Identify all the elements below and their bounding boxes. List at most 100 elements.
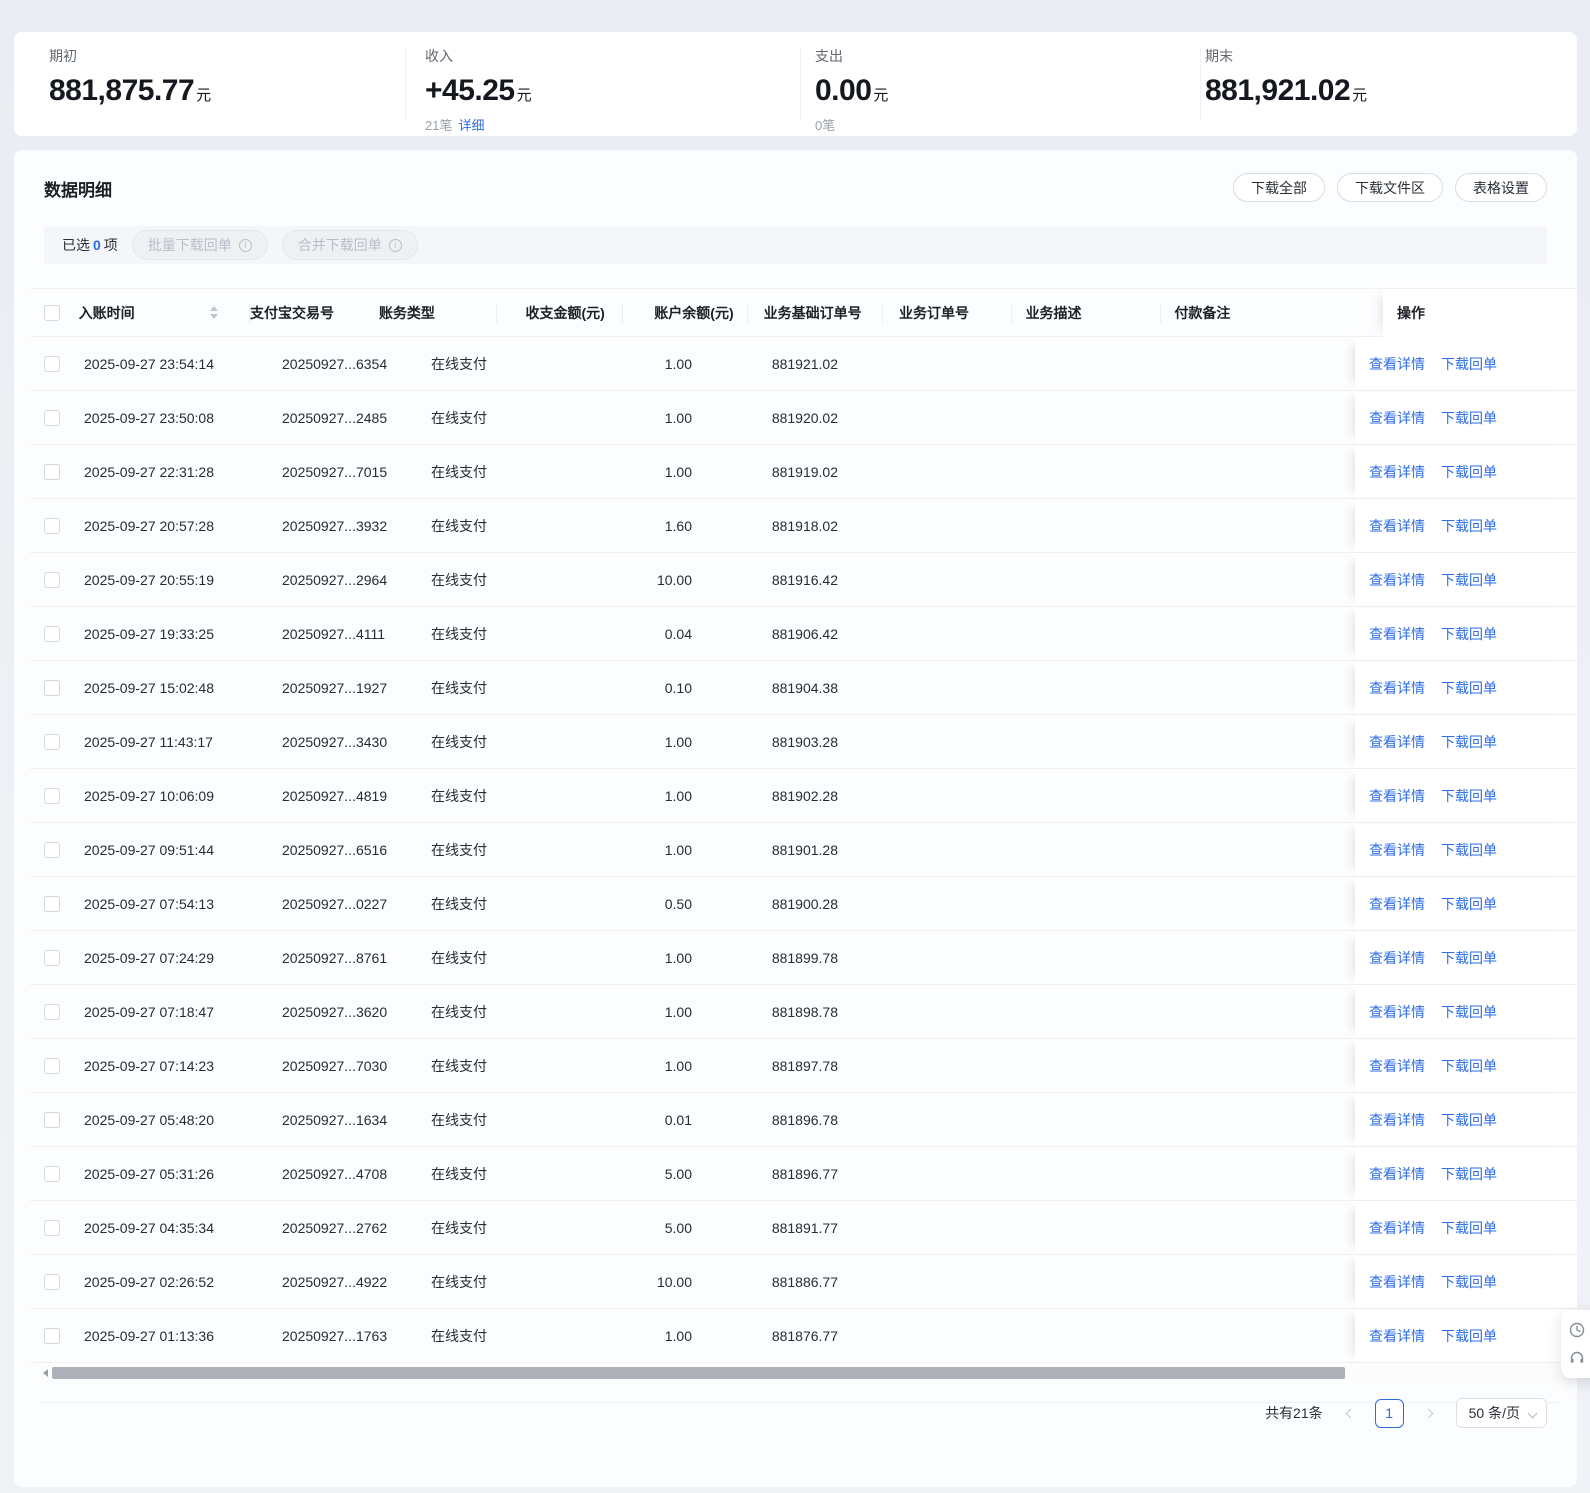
view-detail-link[interactable]: 查看详情 xyxy=(1369,516,1425,536)
row-checkbox[interactable] xyxy=(44,895,60,912)
view-detail-link[interactable]: 查看详情 xyxy=(1369,462,1425,482)
view-detail-link[interactable]: 查看详情 xyxy=(1369,786,1425,806)
download-receipt-link[interactable]: 下载回单 xyxy=(1441,678,1497,698)
clock-icon[interactable] xyxy=(1569,1322,1585,1338)
cell-time: 2025-09-27 22:31:28 xyxy=(84,463,214,480)
view-detail-link[interactable]: 查看详情 xyxy=(1369,948,1425,968)
cell-amount: 1.00 xyxy=(664,409,692,426)
download-receipt-link[interactable]: 下载回单 xyxy=(1441,1272,1497,1292)
download-receipt-link[interactable]: 下载回单 xyxy=(1441,1326,1497,1346)
view-detail-link[interactable]: 查看详情 xyxy=(1369,1272,1425,1292)
row-checkbox[interactable] xyxy=(44,1057,60,1074)
row-checkbox[interactable] xyxy=(44,679,60,696)
cell-actions: 查看详情 下载回单 xyxy=(1355,1309,1577,1362)
download-receipt-link[interactable]: 下载回单 xyxy=(1441,1002,1497,1022)
view-detail-link[interactable]: 查看详情 xyxy=(1369,1002,1425,1022)
table-settings-button[interactable]: 表格设置 xyxy=(1455,173,1547,202)
cell-base-order xyxy=(852,661,1006,714)
row-checkbox[interactable] xyxy=(44,571,60,588)
download-receipt-link[interactable]: 下载回单 xyxy=(1441,1218,1497,1238)
merge-download-button[interactable]: 合并下载回单 xyxy=(281,230,418,260)
row-checkbox[interactable] xyxy=(44,1003,60,1020)
row-checkbox[interactable] xyxy=(44,517,60,534)
column-header-time[interactable]: 入账时间 xyxy=(79,289,250,336)
view-detail-link[interactable]: 查看详情 xyxy=(1369,1326,1425,1346)
download-receipt-link[interactable]: 下载回单 xyxy=(1441,462,1497,482)
row-checkbox[interactable] xyxy=(44,733,60,750)
next-page-button[interactable] xyxy=(1419,1402,1441,1424)
download-receipt-link[interactable]: 下载回单 xyxy=(1441,354,1497,374)
cell-balance: 881876.77 xyxy=(771,1327,838,1344)
cell-amount: 1.00 xyxy=(664,949,692,966)
prev-page-button[interactable] xyxy=(1338,1402,1360,1424)
cell-balance: 881891.77 xyxy=(771,1219,838,1236)
view-detail-link[interactable]: 查看详情 xyxy=(1369,732,1425,752)
download-receipt-link[interactable]: 下载回单 xyxy=(1441,786,1497,806)
download-receipt-link[interactable]: 下载回单 xyxy=(1441,840,1497,860)
row-checkbox[interactable] xyxy=(44,1219,60,1236)
download-receipt-link[interactable]: 下载回单 xyxy=(1441,948,1497,968)
scroll-left-icon[interactable] xyxy=(40,1366,50,1380)
download-receipt-link[interactable]: 下载回单 xyxy=(1441,408,1497,428)
cell-transaction-id: 20250927...3932 xyxy=(282,517,388,534)
view-detail-link[interactable]: 查看详情 xyxy=(1369,354,1425,374)
floating-panel[interactable] xyxy=(1561,1310,1590,1378)
row-checkbox[interactable] xyxy=(44,463,60,480)
select-all-checkbox[interactable] xyxy=(44,304,60,321)
view-detail-link[interactable]: 查看详情 xyxy=(1369,678,1425,698)
chevron-down-icon xyxy=(1527,1408,1538,1419)
cell-base-order xyxy=(852,445,1006,498)
view-detail-link[interactable]: 查看详情 xyxy=(1369,1218,1425,1238)
current-page-button[interactable]: 1 xyxy=(1374,1398,1404,1428)
cell-base-order xyxy=(852,1147,1006,1200)
batch-download-button[interactable]: 批量下载回单 xyxy=(131,230,268,260)
total-count: 共有21条 xyxy=(1265,1405,1323,1421)
cell-description xyxy=(1152,1093,1323,1146)
row-checkbox[interactable] xyxy=(44,949,60,966)
download-receipt-link[interactable]: 下载回单 xyxy=(1441,1110,1497,1130)
cell-order xyxy=(1006,337,1152,390)
view-detail-link[interactable]: 查看详情 xyxy=(1369,1164,1425,1184)
view-detail-link[interactable]: 查看详情 xyxy=(1369,1110,1425,1130)
download-files-button[interactable]: 下载文件区 xyxy=(1337,173,1443,202)
row-checkbox[interactable] xyxy=(44,841,60,858)
cell-base-order xyxy=(852,931,1006,984)
download-receipt-link[interactable]: 下载回单 xyxy=(1441,516,1497,536)
headset-icon[interactable] xyxy=(1569,1350,1585,1366)
cell-amount: 1.00 xyxy=(664,787,692,804)
view-detail-link[interactable]: 查看详情 xyxy=(1369,894,1425,914)
download-receipt-link[interactable]: 下载回单 xyxy=(1441,894,1497,914)
cell-amount: 5.00 xyxy=(664,1165,692,1182)
download-all-button[interactable]: 下载全部 xyxy=(1233,173,1325,202)
row-checkbox[interactable] xyxy=(44,409,60,426)
view-detail-link[interactable]: 查看详情 xyxy=(1369,840,1425,860)
download-receipt-link[interactable]: 下载回单 xyxy=(1441,1056,1497,1076)
cell-actions: 查看详情 下载回单 xyxy=(1355,445,1577,498)
row-checkbox[interactable] xyxy=(44,625,60,642)
cell-description xyxy=(1152,769,1323,822)
row-checkbox[interactable] xyxy=(44,355,60,372)
row-checkbox[interactable] xyxy=(44,1327,60,1344)
download-receipt-link[interactable]: 下载回单 xyxy=(1441,624,1497,644)
row-checkbox[interactable] xyxy=(44,1165,60,1182)
download-receipt-link[interactable]: 下载回单 xyxy=(1441,732,1497,752)
download-receipt-link[interactable]: 下载回单 xyxy=(1441,570,1497,590)
cell-account-type: 在线支付 xyxy=(431,517,487,534)
row-checkbox[interactable] xyxy=(44,1273,60,1290)
view-detail-link[interactable]: 查看详情 xyxy=(1369,624,1425,644)
row-checkbox[interactable] xyxy=(44,787,60,804)
page-size-select[interactable]: 50 条/页 xyxy=(1455,1398,1547,1428)
cell-actions: 查看详情 下载回单 xyxy=(1355,985,1577,1038)
income-detail-link[interactable]: 详细 xyxy=(458,118,484,133)
scrollbar-thumb[interactable] xyxy=(52,1367,1345,1379)
horizontal-scrollbar[interactable] xyxy=(40,1366,1576,1380)
column-header-order: 业务订单号 xyxy=(883,289,1012,336)
cell-time: 2025-09-27 07:18:47 xyxy=(84,1003,214,1020)
view-detail-link[interactable]: 查看详情 xyxy=(1369,570,1425,590)
view-detail-link[interactable]: 查看详情 xyxy=(1369,1056,1425,1076)
view-detail-link[interactable]: 查看详情 xyxy=(1369,408,1425,428)
sort-icon[interactable] xyxy=(209,306,218,319)
row-checkbox[interactable] xyxy=(44,1111,60,1128)
cell-transaction-id: 20250927...3430 xyxy=(282,733,388,750)
download-receipt-link[interactable]: 下载回单 xyxy=(1441,1164,1497,1184)
